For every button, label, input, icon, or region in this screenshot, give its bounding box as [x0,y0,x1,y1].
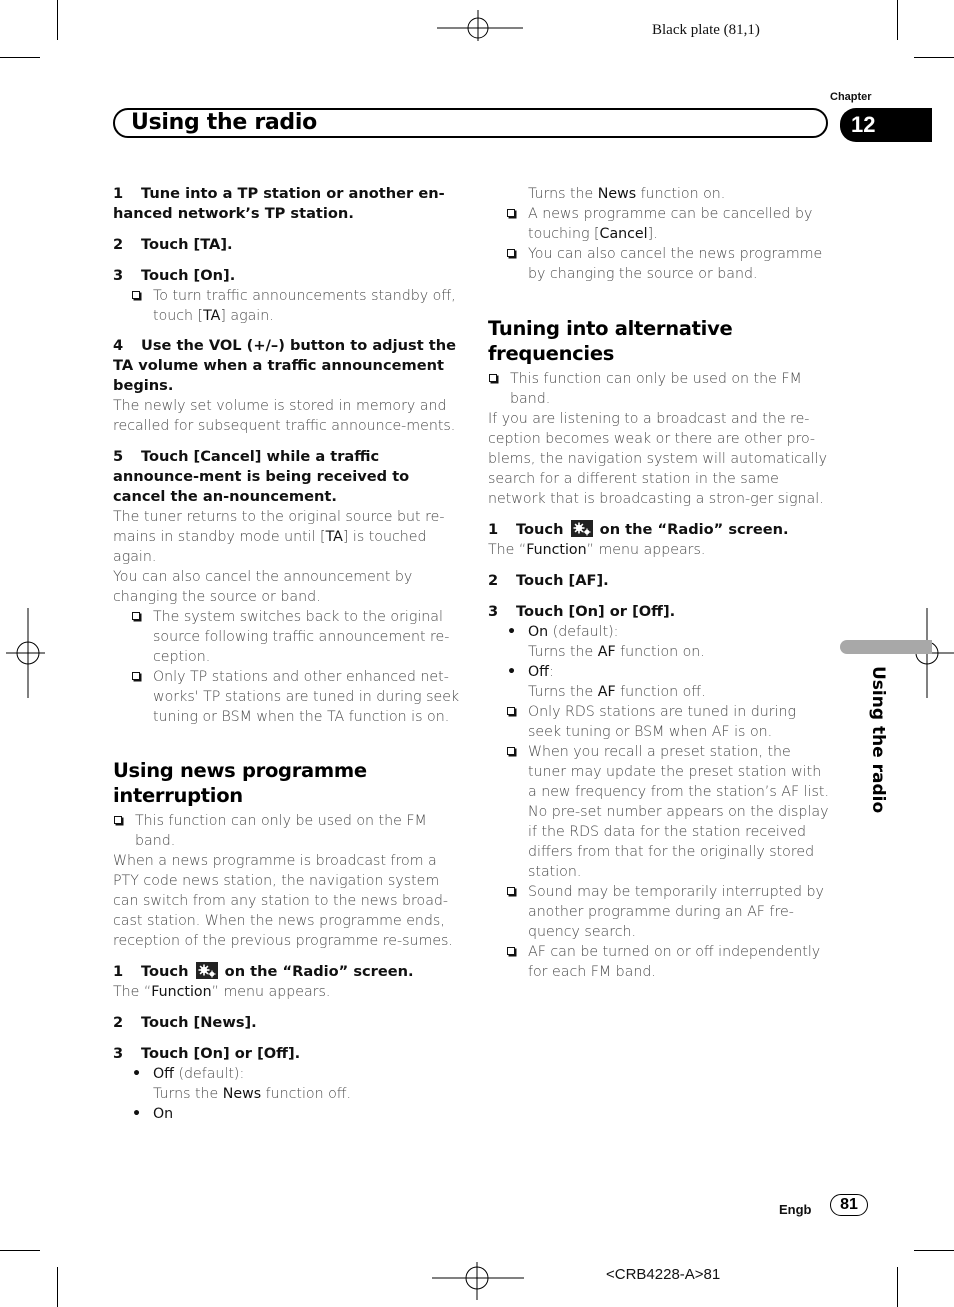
crop-mark [0,57,40,58]
note-checkbox-icon [507,707,515,715]
note-switch-back: The system switches back to the original… [113,607,463,667]
step-news-2: 2 Touch [News]. [113,1014,257,1031]
note-checkbox-icon [507,887,515,895]
crop-mark [0,1250,40,1251]
step-ta-5-desc: The tuner returns to the original source… [113,509,445,565]
bullet-icon: • [132,1106,142,1122]
option-news-on: • On [132,1106,174,1122]
note-news-fm-only: This function can only be used on the FM… [113,811,463,851]
right-column: Turns the News function on. A news progr… [488,184,833,982]
step-ta-5: 5 Touch [Cancel] while a traffic announce… [113,448,410,505]
step-ta-5-desc2: You can also cancel the announcement by … [113,569,413,605]
note-af-rds-only: Only RDS stations are tuned in during se… [488,702,833,742]
news-description: When a news programme is broadcast from … [113,853,453,949]
left-column: 1 Tune into a TP station or another en-ha… [113,184,463,1124]
note-checkbox-icon [507,209,515,217]
language-code: Engb [779,1202,812,1217]
note-tp-only: Only TP stations and other enhanced net-… [113,667,463,727]
page-number: 81 [830,1194,868,1216]
option-news-off: • Off (default): [132,1066,245,1082]
step-af-1: 1 Touch on the “Radio” screen. [488,520,789,538]
step-news-3: 3 Touch [On] or [Off]. [113,1045,301,1062]
crop-mark [897,0,898,40]
step-news-1-desc: The “Function” menu appears. [113,984,331,1000]
step-ta-1: 1 Tune into a TP station or another en-ha… [113,185,445,222]
crop-mark [897,1267,898,1307]
note-checkbox-icon [132,291,140,299]
bullet-icon: • [507,624,517,640]
step-ta-4: 4 Use the VOL (+/–) button to adjust the … [113,337,457,394]
note-checkbox-icon [114,816,122,824]
note-af-per-band: AF can be turned on or off independently… [488,942,833,982]
bullet-icon: • [507,664,517,680]
note-news-cancel-source: You can also cancel the news programme b… [488,244,833,284]
crop-mark [57,1267,58,1307]
option-af-on: • On (default): [507,624,619,640]
af-description: If you are listening to a broadcast and … [488,411,828,507]
option-news-on-desc: Turns the News function on. [528,186,726,202]
note-af-interruption: Sound may be temporarily interrupted by … [488,882,833,942]
registration-mark-left [6,608,45,698]
note-checkbox-icon [132,612,140,620]
step-ta-4-desc: The newly set volume is stored in memory… [113,398,456,434]
option-af-on-desc: Turns the AF function on. [528,644,705,660]
note-checkbox-icon [507,249,515,257]
option-news-off-desc: Turns the News function off. [153,1086,352,1102]
side-tab [840,640,932,654]
step-ta-3: 3 Touch [On]. [113,267,236,284]
note-ta-off: To turn traffic announcements standby of… [113,286,463,326]
step-af-3: 3 Touch [On] or [Off]. [488,603,676,620]
document-code: <CRB4228-A>81 [606,1266,721,1283]
function-gear-icon [570,520,593,537]
step-af-1-desc: The “Function” menu appears. [488,542,706,558]
crop-mark [914,57,954,58]
note-checkbox-icon [132,672,140,680]
note-af-preset-update: When you recall a preset station, the tu… [488,742,833,882]
heading-alternative-frequencies: Tuning into alternative frequencies [488,317,733,365]
note-af-fm-only: This function can only be used on the FM… [488,369,833,409]
note-checkbox-icon [489,374,497,382]
step-news-1: 1 Touch on the “Radio” screen. [113,962,414,980]
note-checkbox-icon [507,747,515,755]
chapter-number: 12 [851,112,876,137]
bullet-icon: • [132,1066,142,1082]
page-title: Using the radio [131,110,317,135]
step-af-2: 2 Touch [AF]. [488,572,609,589]
chapter-label: Chapter [830,91,872,103]
function-gear-icon [195,962,218,979]
note-checkbox-icon [507,947,515,955]
crop-mark [914,1250,954,1251]
crop-mark [57,0,58,40]
side-tab-label: Using the radio [868,666,888,814]
registration-mark-top [437,10,523,41]
option-af-off-desc: Turns the AF function off. [528,684,706,700]
step-ta-2: 2 Touch [TA]. [113,236,233,253]
plate-label: Black plate (81,1) [652,22,760,38]
heading-news-interruption: Using news programme interruption [113,759,367,807]
registration-mark-bottom [432,1262,524,1300]
note-news-cancel: A news programme can be cancelled by tou… [488,204,833,244]
option-af-off: • Off: [507,664,554,680]
